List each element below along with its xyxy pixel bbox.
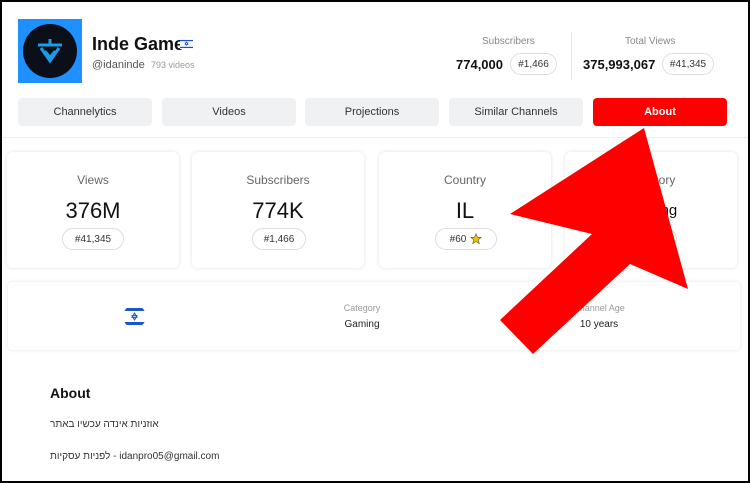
page-frame: Inde Game @idaninde 793 videos Subscribe… — [0, 0, 750, 483]
info-channel-age-label: Channel Age — [573, 303, 625, 313]
country-card: Country IL #60 — [379, 152, 551, 268]
country-card-value: IL — [455, 198, 475, 223]
total-views-label: Total Views — [625, 36, 676, 47]
subscribers-label: Subscribers — [482, 36, 535, 47]
stats-divider — [571, 32, 572, 80]
total-views-value: 375,993,067 — [583, 57, 656, 72]
channel-logo-icon — [23, 24, 77, 78]
tab-about[interactable]: About — [593, 98, 727, 126]
about-description-line1: אוזניות אינדה עכשיו באתר — [50, 419, 159, 430]
info-category-label: Category — [343, 303, 381, 313]
views-card: Views 376M #41,345 — [7, 152, 179, 268]
tab-similar-channels[interactable]: Similar Channels — [449, 98, 583, 126]
about-description-line2: לפניות עסקיות - idanpro05@gmail.com — [50, 451, 220, 462]
info-category-value: Gaming — [344, 319, 380, 330]
category-card: Category Gaming #983 — [565, 152, 737, 268]
subscribers-card-rank[interactable]: #1,466 — [252, 228, 306, 250]
subscribers-card: Subscribers 774K #1,466 — [192, 152, 364, 268]
tab-videos[interactable]: Videos — [162, 98, 296, 126]
views-card-value: 376M — [65, 198, 121, 223]
subscribers-value: 774,000 — [456, 57, 503, 72]
channel-info-row — [8, 282, 740, 350]
tab-projections[interactable]: Projections — [305, 98, 439, 126]
channel-avatar[interactable] — [18, 19, 82, 83]
views-card-label: Views — [77, 173, 109, 187]
subscribers-card-label: Subscribers — [246, 173, 310, 187]
country-card-label: Country — [443, 173, 487, 187]
total-views-rank-badge[interactable]: #41,345 — [662, 53, 714, 75]
star-icon — [470, 233, 483, 245]
channel-handle: @idaninde — [92, 59, 145, 71]
tabs-divider — [2, 137, 748, 138]
category-card-label: Category — [626, 173, 676, 187]
subscribers-card-value: 774K — [252, 198, 304, 223]
about-heading: About — [50, 385, 91, 401]
category-card-value: Gaming — [624, 202, 678, 219]
video-count: 793 videos — [151, 60, 195, 70]
info-channel-age-value: 10 years — [579, 319, 619, 330]
country-card-rank: #60 — [449, 233, 467, 245]
tab-channelytics[interactable]: Channelytics — [18, 98, 152, 126]
israel-flag-icon — [180, 39, 193, 49]
subscribers-rank-badge[interactable]: #1,466 — [510, 53, 557, 75]
israel-flag-round-icon — [123, 305, 146, 328]
channel-name: Inde Game — [92, 34, 185, 54]
category-card-rank[interactable]: #983 — [625, 228, 677, 250]
country-card-rank-pill[interactable]: #60 — [435, 228, 497, 250]
views-card-rank[interactable]: #41,345 — [62, 228, 124, 250]
